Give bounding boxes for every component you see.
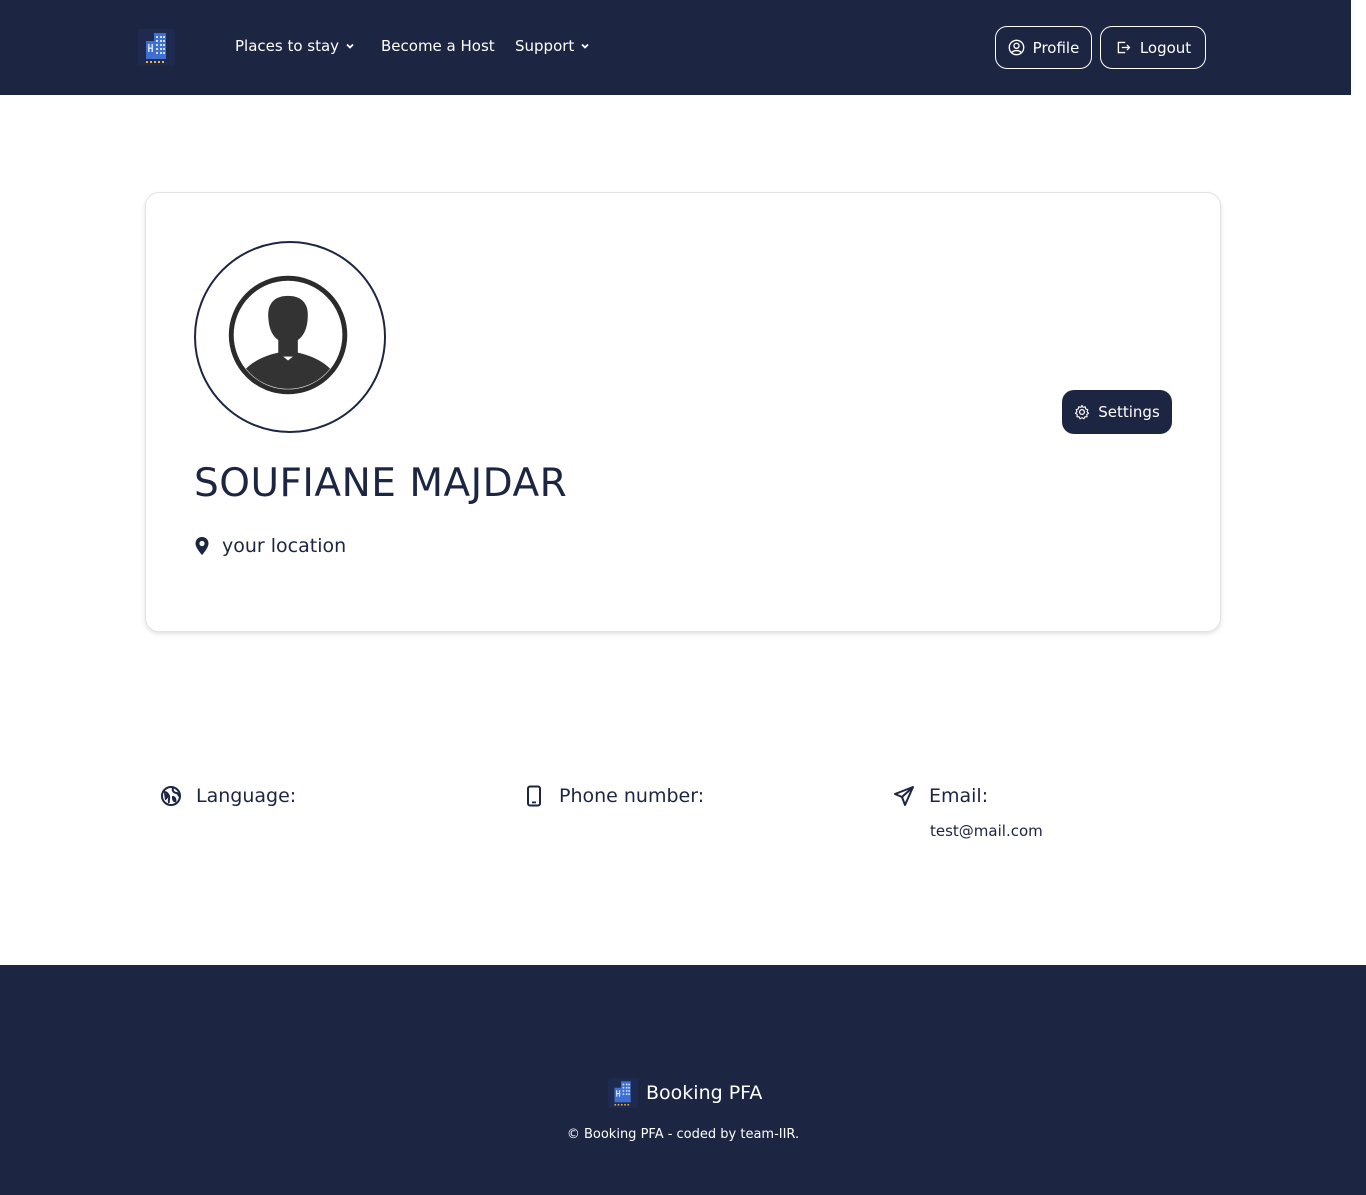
email-label: Email: [929,785,989,807]
email-info: Email: [893,785,988,807]
gear-icon [1075,404,1090,420]
phone-icon [527,785,541,807]
location-row: your location [194,535,346,557]
profile-card: SOUFIANE MAJDAR your location Settings [145,192,1221,632]
settings-button-label: Settings [1098,403,1160,421]
logout-button-label: Logout [1139,38,1192,57]
nav-places-to-stay-label: Places to stay [235,37,340,55]
user-circle-icon [1008,39,1025,56]
logout-icon [1117,41,1131,54]
language-info: Language: [160,785,296,807]
language-label: Language: [196,785,297,807]
hotel-logo-icon [608,1078,638,1108]
location-text: your location [222,535,347,557]
profile-button-label: Profile [1032,38,1080,57]
globe-icon [161,786,181,806]
nav-become-a-host[interactable]: Become a Host [381,37,495,55]
paper-plane-icon [894,786,914,806]
phone-info: Phone number: [523,785,704,807]
scrollbar-track [1351,0,1366,95]
nav-become-a-host-label: Become a Host [381,37,495,55]
avatar-silhouette-icon [228,275,348,395]
user-name: SOUFIANE MAJDAR [194,461,568,506]
email-value: test@mail.com [930,822,1043,840]
footer-brand[interactable]: Booking PFA [608,1078,762,1108]
nav-support[interactable]: Support [515,37,590,55]
copyright-text: © Booking PFA - coded by team-IIR. [566,1127,800,1142]
avatar[interactable] [194,241,386,433]
chevron-down-icon [346,43,354,49]
top-navbar: Places to stay Become a Host Support Pro… [0,0,1351,95]
footer-brand-name: Booking PFA [646,1082,763,1104]
profile-button[interactable]: Profile [995,26,1092,69]
logout-button[interactable]: Logout [1100,26,1206,69]
hotel-logo-icon[interactable] [138,29,175,66]
map-pin-icon [195,537,209,555]
chevron-down-icon [581,43,589,49]
nav-support-label: Support [515,37,575,55]
settings-button[interactable]: Settings [1062,390,1172,434]
nav-places-to-stay[interactable]: Places to stay [235,37,355,55]
phone-label: Phone number: [559,785,705,807]
